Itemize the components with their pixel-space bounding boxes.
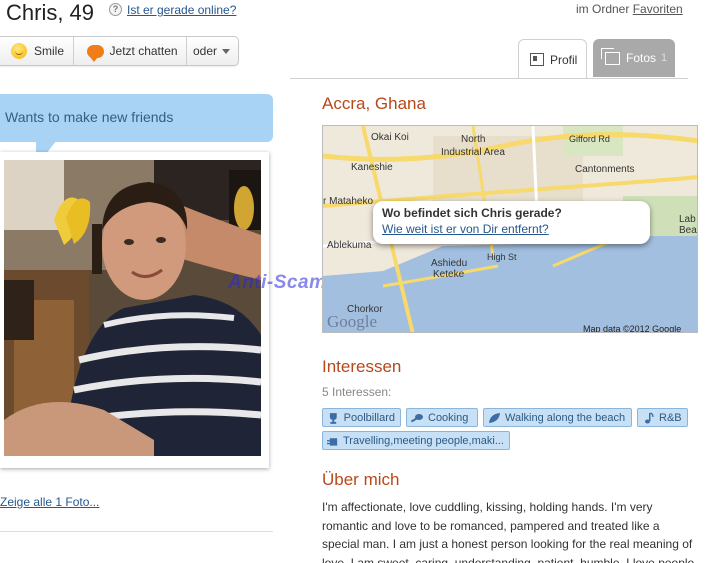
interests-count: 5 Interessen: <box>322 385 392 399</box>
smile-button[interactable]: Smile <box>0 37 74 65</box>
interest-tag[interactable]: Walking along the beach <box>483 408 632 427</box>
tab-profil-label: Profil <box>550 52 578 67</box>
profile-photo-image <box>4 160 261 456</box>
distance-link[interactable]: Wie weit ist er von Dir entfernt? <box>382 222 650 236</box>
profile-name-age: Chris, 49 <box>6 0 95 25</box>
tab-fotos[interactable]: Fotos 1 <box>593 39 675 77</box>
map-label: North <box>461 134 485 145</box>
trophy-icon <box>329 412 337 424</box>
map-label: Keteke <box>433 269 465 280</box>
status-bubble: Wants to make new friends <box>0 94 273 167</box>
map-label: Industrial Area <box>441 147 505 158</box>
map-label: Bea <box>679 225 697 236</box>
interest-tag[interactable]: Poolbillard <box>322 408 401 427</box>
interest-tag-label: Travelling,meeting people,maki... <box>342 434 504 447</box>
map-label: Okai Koi <box>371 132 409 143</box>
cooking-icon <box>411 413 423 422</box>
smile-label: Smile <box>34 44 65 58</box>
map-label: Lab <box>679 214 696 225</box>
interest-tag[interactable]: R&B <box>637 408 688 427</box>
chevron-down-icon <box>222 48 230 54</box>
tab-profil[interactable]: Profil <box>518 39 587 79</box>
interest-tag-label: Walking along the beach <box>505 411 626 424</box>
interest-tag[interactable]: Cooking <box>406 408 478 427</box>
map-label: Ablekuma <box>327 240 372 251</box>
map-label: Kaneshie <box>351 162 393 173</box>
map-label: Ashiedu <box>431 258 467 269</box>
show-all-photos-link[interactable]: Zeige alle 1 Foto... <box>0 495 99 509</box>
leaf-icon <box>489 412 500 423</box>
smiley-icon <box>11 43 27 59</box>
interests-title: Interessen <box>322 357 402 376</box>
about-text: I'm affectionate, love cuddling, kissing… <box>322 500 695 563</box>
tab-fotos-label: Fotos <box>626 51 657 65</box>
folder-prefix: im Ordner <box>576 2 630 16</box>
map-popup: Wo befindet sich Chris gerade? Wie weit … <box>373 201 650 244</box>
profile-photo-frame <box>0 152 269 468</box>
map-label: High St <box>487 252 517 262</box>
map-label: r Mataheko <box>323 196 373 207</box>
chat-label: Jetzt chatten <box>109 44 178 58</box>
tab-divider <box>290 78 688 79</box>
favorites-link[interactable]: Favoriten <box>633 2 683 16</box>
interest-tag[interactable]: Travelling,meeting people,maki... <box>322 431 510 450</box>
music-note-icon <box>645 411 654 423</box>
folder-info: im Ordner Favoriten <box>576 2 683 16</box>
interest-tag-label: Cooking <box>428 411 469 424</box>
interest-tag-label: R&B <box>659 411 682 424</box>
chat-bubble-icon <box>86 44 104 62</box>
online-status-link[interactable]: Ist er gerade online? <box>127 3 236 17</box>
help-icon[interactable]: ? <box>109 3 122 16</box>
photos-icon <box>601 47 620 65</box>
profile-photo[interactable] <box>4 160 261 456</box>
interest-tag-label: Poolbillard <box>343 411 395 424</box>
map-popup-question: Wo befindet sich Chris gerade? <box>382 206 562 220</box>
map-logo: Google <box>327 312 377 331</box>
profile-card-icon <box>530 53 544 66</box>
left-divider <box>0 531 273 532</box>
map-label: Gifford Rd <box>569 134 610 144</box>
map-attribution: Map data ©2012 Google <box>583 324 681 333</box>
more-dropdown[interactable]: oder <box>187 37 238 65</box>
chat-button[interactable]: Jetzt chatten <box>74 37 187 65</box>
tab-fotos-count: 1 <box>661 52 668 64</box>
map-label: Cantonments <box>575 164 634 175</box>
action-bar: Smile Jetzt chatten oder <box>0 36 239 66</box>
more-label: oder <box>192 44 217 58</box>
travel-icon <box>327 437 338 446</box>
status-text: Wants to make new friends <box>5 109 174 125</box>
location-title: Accra, Ghana <box>322 94 426 113</box>
about-title: Über mich <box>322 470 400 489</box>
